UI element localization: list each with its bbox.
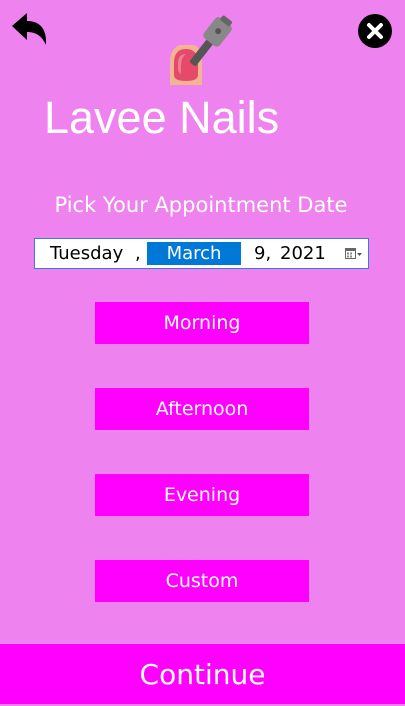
date-weekday[interactable]: Tuesday [50, 239, 123, 268]
date-separator: , [135, 243, 141, 264]
back-arrow-icon [12, 13, 47, 45]
custom-button[interactable]: Custom [95, 560, 309, 602]
continue-button[interactable]: Continue [0, 644, 405, 704]
nail-polish-icon [166, 11, 238, 87]
close-icon [367, 23, 383, 39]
date-day[interactable]: 9, [254, 239, 271, 268]
date-year[interactable]: 2021 [280, 239, 326, 268]
back-button[interactable] [10, 12, 50, 48]
morning-button[interactable]: Morning [95, 302, 309, 344]
page-subtitle: Pick Your Appointment Date [54, 193, 348, 217]
evening-button[interactable]: Evening [95, 474, 309, 516]
afternoon-button[interactable]: Afternoon [95, 388, 309, 430]
app-title: Lavee Nails [44, 92, 280, 143]
close-button[interactable] [358, 14, 392, 48]
appointment-date-picker[interactable]: Tuesday , March 9, 2021 [34, 238, 369, 269]
date-month[interactable]: March [147, 242, 241, 265]
calendar-dropdown-icon[interactable] [345, 248, 363, 260]
